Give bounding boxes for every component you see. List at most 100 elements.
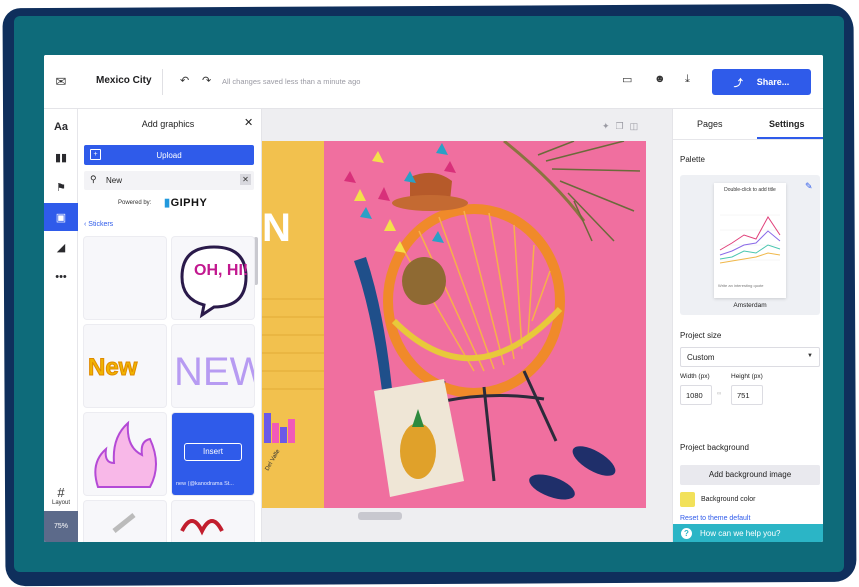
- palette-preview: Double-click to add title Write an inter…: [714, 183, 786, 298]
- tab-settings[interactable]: Settings: [769, 119, 805, 129]
- grid-icon: #: [57, 485, 65, 500]
- add-graphics-panel: Add graphics ✕ + Upload ⚲ New ✕ Powered …: [78, 109, 262, 542]
- sticker-caption: new (@kanodrama St...: [176, 481, 234, 487]
- top-bar: ✉ Mexico City ↶ ↷ All changes saved less…: [44, 55, 823, 109]
- more-icon: •••: [55, 271, 67, 283]
- heading-fragment: N: [262, 206, 291, 250]
- elements-tool-button[interactable]: ◢: [44, 233, 78, 261]
- upload-icon: +: [90, 149, 101, 160]
- map-pin-icon: ⚑: [56, 181, 66, 194]
- sticker-tile[interactable]: [84, 413, 166, 495]
- zoom-level[interactable]: 75%: [44, 511, 78, 542]
- undo-icon[interactable]: ↶: [180, 74, 189, 87]
- help-label: How can we help you?: [700, 528, 781, 538]
- close-icon[interactable]: ✕: [244, 116, 253, 129]
- left-rail: Aa ▮▮ ⚑ ▣ ◢ ••• # Layout 75%: [44, 109, 78, 542]
- link-dimensions-icon[interactable]: ∞: [717, 391, 721, 397]
- sticker-tile[interactable]: [172, 501, 254, 542]
- trash-icon[interactable]: ◫: [630, 121, 645, 131]
- new-sticker: New: [88, 354, 139, 382]
- magic-icon[interactable]: ✦: [602, 121, 616, 131]
- height-input[interactable]: 751: [731, 385, 763, 405]
- height-label: Height (px): [731, 373, 763, 380]
- sticker-tile[interactable]: OH, HI!: [172, 237, 254, 319]
- panel-scrollbar[interactable]: [254, 237, 258, 285]
- sticker-tile-selected[interactable]: Insert new (@kanodrama St...: [172, 413, 254, 495]
- palette-label: Palette: [680, 155, 705, 164]
- tab-pages[interactable]: Pages: [697, 119, 723, 129]
- project-background-label: Project background: [680, 443, 749, 452]
- sticker-tile[interactable]: New: [84, 325, 166, 407]
- search-value: New: [106, 176, 123, 185]
- background-color-label: Background color: [701, 496, 756, 503]
- redo-icon[interactable]: ↷: [202, 74, 211, 87]
- settings-panel: Pages Settings Palette ✎ Double-click to…: [672, 109, 823, 542]
- flame-sticker: [94, 420, 157, 488]
- document-title[interactable]: Mexico City: [96, 75, 152, 86]
- mail-icon[interactable]: ✉: [44, 55, 78, 109]
- preview-title: Double-click to add title: [724, 187, 776, 193]
- background-color-swatch[interactable]: [680, 492, 695, 507]
- search-icon: ⚲: [90, 174, 97, 184]
- insert-button[interactable]: Insert: [184, 443, 242, 461]
- oh-hi-sticker: OH, HI!: [180, 245, 248, 319]
- chair-photo[interactable]: [324, 139, 646, 508]
- charts-tool-button[interactable]: ▮▮: [44, 143, 78, 171]
- project-size-label: Project size: [680, 331, 722, 340]
- upload-label: Upload: [156, 150, 182, 160]
- tab-divider: [673, 139, 823, 140]
- width-input[interactable]: 1080: [680, 385, 712, 405]
- project-size-value: Custom: [687, 353, 715, 362]
- preview-icon[interactable]: ▭: [622, 73, 632, 86]
- image-icon: ▣: [55, 211, 67, 224]
- sticker-search-input[interactable]: ⚲ New ✕: [84, 171, 254, 190]
- sticker-tile[interactable]: NEW: [172, 325, 254, 407]
- project-size-select[interactable]: Custom ▼: [680, 347, 820, 367]
- giphy-text: GIPHY: [170, 197, 208, 209]
- canvas-toolbar[interactable]: ✦❐◫: [602, 121, 644, 132]
- layout-button[interactable]: # Layout: [44, 485, 78, 506]
- stickers-label: Stickers: [88, 221, 114, 228]
- palette-name: Amsterdam: [733, 302, 767, 309]
- oh-hi-text: OH, HI!: [194, 262, 248, 279]
- canvas-area: ✦❐◫ N Del Valle: [262, 109, 672, 542]
- stickers-back-link[interactable]: ‹ Stickers: [84, 221, 113, 228]
- reset-theme-link[interactable]: Reset to theme default: [680, 515, 750, 522]
- help-icon: ?: [681, 527, 692, 539]
- save-status: All changes saved less than a minute ago: [222, 77, 361, 86]
- maps-tool-button[interactable]: ⚑: [44, 173, 78, 201]
- share-button[interactable]: ⤴ Share...: [712, 69, 811, 95]
- collaborators-icon[interactable]: ☻: [654, 73, 666, 85]
- new-yellow-text: New: [88, 354, 138, 381]
- chevron-down-icon: ▼: [807, 353, 813, 359]
- more-tools-button[interactable]: •••: [44, 263, 78, 291]
- yellow-block-content: N Del Valle: [262, 206, 324, 472]
- editor-app: ✉ Mexico City ↶ ↷ All changes saved less…: [44, 55, 823, 542]
- palette-card[interactable]: ✎ Double-click to add title Write an int…: [680, 175, 820, 315]
- page-resize-handle[interactable]: [358, 512, 402, 520]
- add-background-image-button[interactable]: Add background image: [680, 465, 820, 485]
- new-pastel-text: NEW: [174, 350, 254, 394]
- share-icon: ⤴: [733, 77, 743, 88]
- scribble-sticker: [180, 519, 224, 536]
- sticker-tile[interactable]: [84, 237, 166, 319]
- preview-footer: Write an interesting quote: [718, 283, 764, 288]
- panel-title: Add graphics: [141, 119, 195, 129]
- duplicate-icon[interactable]: ❐: [616, 121, 630, 131]
- graphics-tool-button[interactable]: ▣: [44, 203, 78, 231]
- chair-illustration: [324, 139, 646, 508]
- new-sticker: NEW: [174, 350, 254, 394]
- preview-line-chart: [719, 214, 781, 264]
- arrow-sticker: [112, 513, 136, 533]
- text-tool-button[interactable]: Aa: [44, 113, 78, 141]
- help-widget[interactable]: ? How can we help you?: [673, 524, 823, 542]
- download-icon[interactable]: ⤓: [685, 73, 690, 86]
- clear-search-icon[interactable]: ✕: [240, 174, 251, 185]
- upload-button[interactable]: + Upload: [84, 145, 254, 165]
- edit-palette-icon[interactable]: ✎: [805, 181, 813, 192]
- bar-label: Del Valle: [265, 448, 282, 472]
- sticker-tile[interactable]: [84, 501, 166, 542]
- width-label: Width (px): [680, 373, 710, 380]
- topbar-divider: [162, 69, 163, 95]
- yellow-text-block[interactable]: N Del Valle: [262, 141, 324, 508]
